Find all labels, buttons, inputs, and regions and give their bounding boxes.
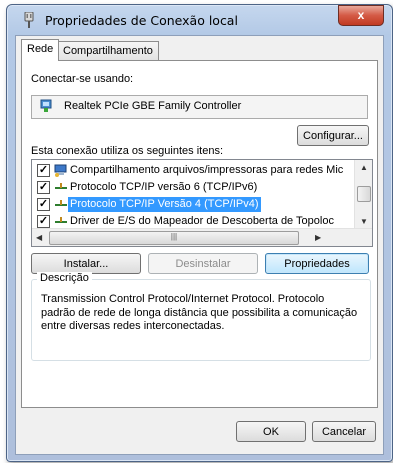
cancel-button[interactable]: Cancelar (312, 421, 376, 442)
configure-button[interactable]: Configurar... (297, 125, 369, 146)
item-checkbox[interactable]: ✓ (37, 181, 50, 194)
item-label: Protocolo TCP/IP Versão 4 (TCP/IPv4) (68, 197, 261, 212)
scroll-right-icon[interactable]: ▶ (315, 233, 321, 242)
install-button[interactable]: Instalar... (31, 253, 141, 274)
list-item-selected[interactable]: ✓ Protocolo TCP/IP Versão 4 (TCP/IPv4) (32, 196, 354, 213)
dialog-client-area: Rede Compartilhamento Conectar-se usando… (15, 35, 384, 455)
description-title: Descrição (37, 272, 92, 284)
properties-window: Propriedades de Conexão local x Rede Com… (6, 4, 393, 462)
configure-button-label: Configurar... (303, 130, 363, 142)
list-item[interactable]: ✓ Protocolo TCP/IP versão 6 (TCP/IPv6) (32, 179, 354, 196)
share-icon (54, 164, 67, 177)
scroll-up-icon[interactable]: ▲ (360, 163, 368, 172)
install-button-label: Instalar... (63, 258, 109, 270)
description-text: Transmission Control Protocol/Internet P… (41, 293, 358, 332)
ok-button-label: OK (263, 426, 279, 438)
scroll-down-icon[interactable]: ▼ (360, 217, 368, 226)
list-item[interactable]: ✓ Compartilhamento arquivos/impressoras … (32, 162, 354, 179)
adapter-name: Realtek PCIe GBE Family Controller (64, 100, 242, 112)
items-label: Esta conexão utiliza os seguintes itens: (31, 145, 224, 157)
item-label: Protocolo TCP/IP versão 6 (TCP/IPv6) (70, 181, 258, 193)
tab-compartilhamento[interactable]: Compartilhamento (57, 41, 159, 60)
protocol-icon (55, 200, 67, 206)
connect-using-label: Conectar-se usando: (31, 73, 134, 85)
network-adapter-icon (40, 99, 52, 112)
item-checkbox[interactable]: ✓ (37, 215, 50, 228)
close-button[interactable]: x (338, 5, 384, 26)
properties-button-label: Propriedades (284, 258, 350, 270)
description-group: Descrição Transmission Control Protocol/… (31, 272, 371, 361)
vertical-scrollbar[interactable]: ▲ ▼ (354, 160, 372, 229)
title-bar[interactable]: Propriedades de Conexão local x (7, 5, 392, 35)
window-title: Propriedades de Conexão local (45, 13, 238, 28)
item-checkbox[interactable]: ✓ (37, 164, 50, 177)
scroll-left-icon[interactable]: ◀ (36, 233, 42, 242)
horizontal-scroll-thumb[interactable]: ||| (49, 231, 299, 245)
item-checkbox[interactable]: ✓ (37, 198, 50, 211)
tab-rede[interactable]: Rede (21, 39, 60, 61)
item-label: Driver de E/S do Mapeador de Descoberta … (70, 215, 334, 227)
vertical-scroll-thumb[interactable] (357, 186, 371, 202)
network-plug-icon (24, 12, 34, 28)
cancel-button-label: Cancelar (321, 426, 367, 438)
items-list[interactable]: ✓ Compartilhamento arquivos/impressoras … (31, 159, 373, 247)
uninstall-button[interactable]: Desinstalar (148, 253, 258, 274)
protocol-icon (55, 183, 67, 189)
properties-button[interactable]: Propriedades (265, 253, 369, 274)
protocol-icon (55, 217, 67, 223)
ok-button[interactable]: OK (236, 421, 306, 442)
horizontal-scrollbar[interactable]: ◀ ||| ▶ (32, 228, 372, 246)
adapter-field: Realtek PCIe GBE Family Controller (31, 95, 368, 119)
item-label: Compartilhamento arquivos/impressoras pa… (70, 164, 344, 176)
uninstall-button-label: Desinstalar (175, 258, 231, 270)
tab-panel-rede: Conectar-se usando: Realtek PCIe GBE Fam… (21, 60, 378, 408)
